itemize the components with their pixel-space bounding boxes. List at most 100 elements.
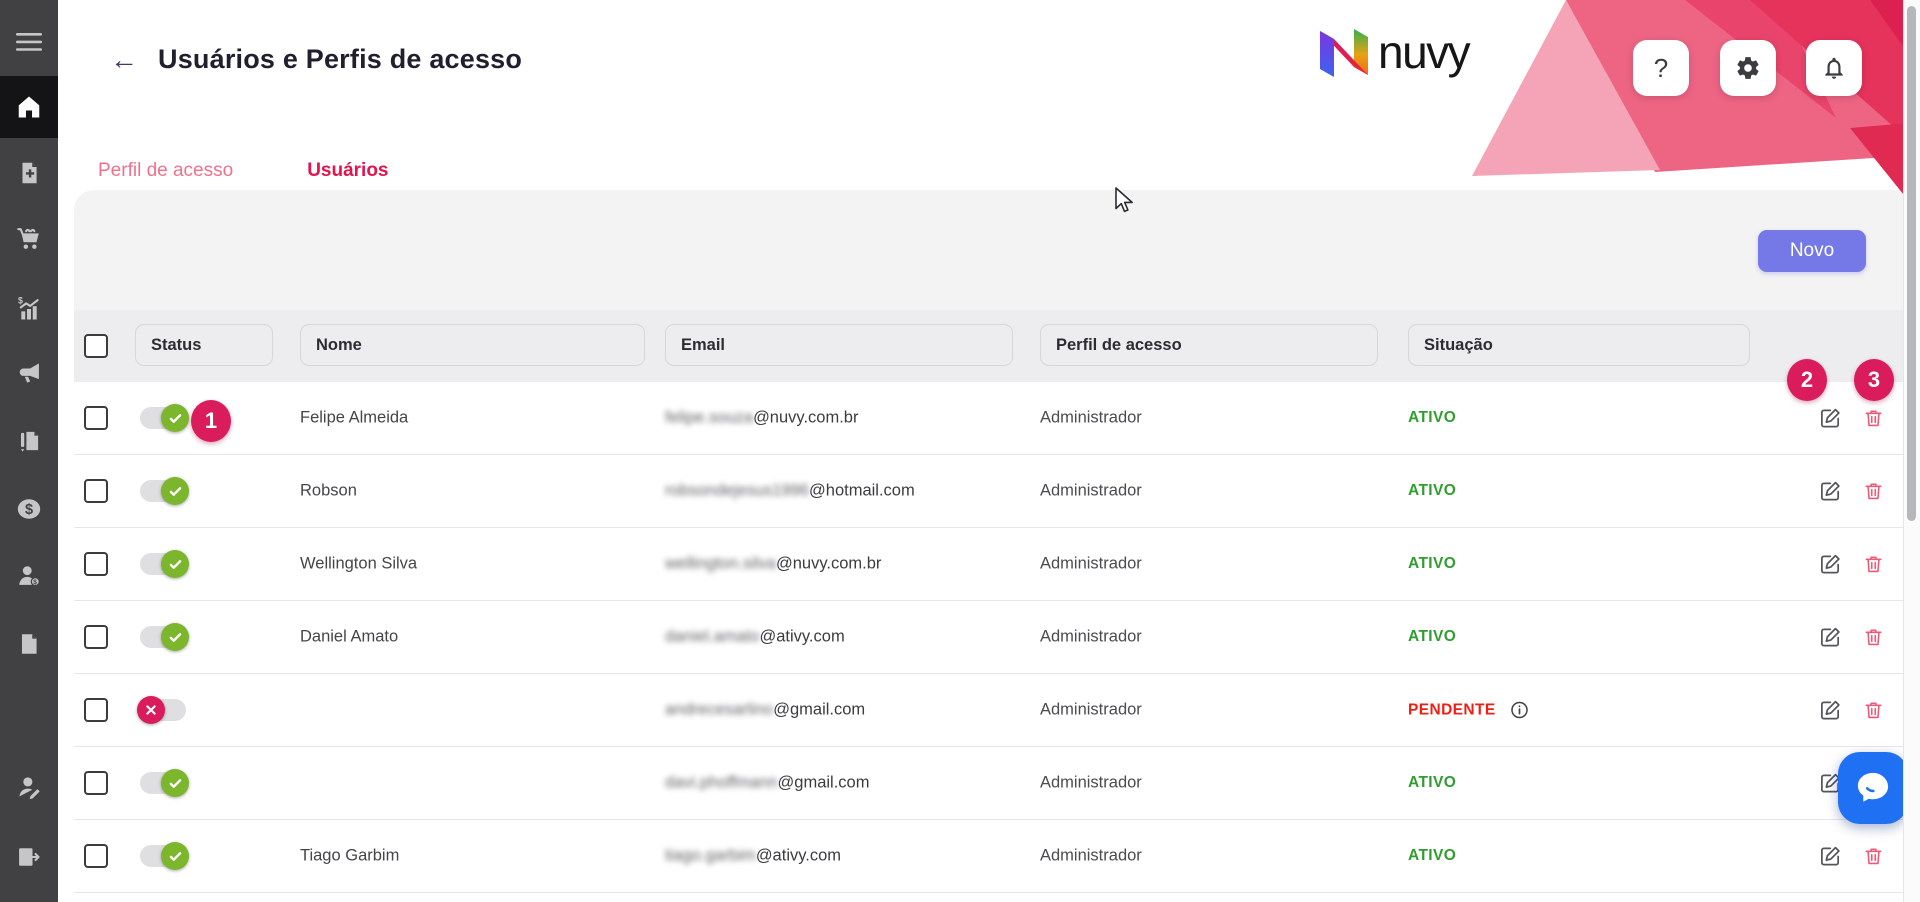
delete-button[interactable] bbox=[1863, 627, 1884, 648]
email-domain: @nuvy.com.br bbox=[753, 409, 858, 427]
row-checkbox[interactable] bbox=[84, 625, 108, 649]
email-local-blurred: tiago.garbim bbox=[665, 847, 756, 865]
contract-icon bbox=[16, 428, 42, 454]
edit-button[interactable] bbox=[1819, 480, 1842, 503]
svg-text:$: $ bbox=[25, 502, 33, 518]
sidebar-item-marketing[interactable] bbox=[0, 345, 58, 401]
sidebar-item-new-document[interactable] bbox=[0, 145, 58, 201]
edit-button[interactable] bbox=[1819, 845, 1842, 868]
sidebar-item-logout[interactable] bbox=[0, 829, 58, 885]
row-checkbox[interactable] bbox=[84, 406, 108, 430]
row-checkbox[interactable] bbox=[84, 698, 108, 722]
user-situation: ATIVO bbox=[1408, 409, 1456, 427]
user-situation: ATIVO bbox=[1408, 482, 1456, 500]
scrollbar-thumb[interactable] bbox=[1907, 6, 1916, 521]
row-checkbox[interactable] bbox=[84, 479, 108, 503]
sidebar-item-files[interactable] bbox=[0, 616, 58, 672]
email-domain: @nuvy.com.br bbox=[776, 555, 881, 573]
check-icon bbox=[161, 842, 189, 870]
row-checkbox[interactable] bbox=[84, 844, 108, 868]
user-edit-icon bbox=[15, 773, 43, 801]
user-profile: Administrador bbox=[1040, 482, 1142, 501]
filter-situacao[interactable]: Situação bbox=[1408, 324, 1750, 366]
delete-button[interactable] bbox=[1863, 408, 1884, 429]
filter-status[interactable]: Status bbox=[135, 324, 273, 366]
settings-button[interactable] bbox=[1720, 40, 1776, 96]
delete-button[interactable] bbox=[1863, 846, 1884, 867]
menu-icon[interactable] bbox=[0, 14, 58, 70]
status-toggle[interactable] bbox=[140, 772, 186, 794]
check-icon bbox=[161, 550, 189, 578]
row-checkbox[interactable] bbox=[84, 771, 108, 795]
user-situation: ATIVO bbox=[1408, 628, 1456, 646]
check-icon bbox=[161, 769, 189, 797]
email-local-blurred: andrecesarlino bbox=[665, 701, 773, 719]
check-icon bbox=[161, 623, 189, 651]
email-domain: @ativy.com bbox=[759, 628, 844, 646]
chat-launcher-button[interactable] bbox=[1838, 752, 1908, 824]
delete-button[interactable] bbox=[1863, 700, 1884, 721]
user-profile: Administrador bbox=[1040, 847, 1142, 866]
filter-perfil[interactable]: Perfil de acesso bbox=[1040, 324, 1378, 366]
edit-icon bbox=[1819, 480, 1842, 503]
user-profile: Administrador bbox=[1040, 701, 1142, 720]
header-decoration bbox=[1450, 0, 1920, 215]
user-profile: Administrador bbox=[1040, 774, 1142, 793]
status-toggle[interactable] bbox=[140, 553, 186, 575]
edit-button[interactable] bbox=[1819, 553, 1842, 576]
delete-button[interactable] bbox=[1863, 481, 1884, 502]
email-domain: @hotmail.com bbox=[809, 482, 915, 500]
titlebar: ← Usuários e Perfis de acesso bbox=[110, 44, 522, 75]
tab-perfil-de-acesso[interactable]: Perfil de acesso bbox=[98, 160, 233, 182]
notifications-button[interactable] bbox=[1806, 40, 1862, 96]
user-name: Daniel Amato bbox=[300, 628, 398, 647]
status-toggle[interactable] bbox=[140, 480, 186, 502]
tab-bar: Perfil de acesso Usuários bbox=[98, 160, 389, 182]
table-row: Wellington Silva wellington.silva@nuvy.c… bbox=[74, 528, 1904, 601]
edit-button[interactable] bbox=[1819, 699, 1842, 722]
info-icon[interactable] bbox=[1509, 700, 1530, 721]
filter-email[interactable]: Email bbox=[665, 324, 1013, 366]
sidebar-item-account[interactable] bbox=[0, 759, 58, 815]
table-row: Robson robsondejesus1996@hotmail.com Adm… bbox=[74, 455, 1904, 528]
user-email: wellington.silva@nuvy.com.br bbox=[665, 555, 881, 574]
status-toggle[interactable] bbox=[140, 699, 186, 721]
delete-button[interactable] bbox=[1863, 554, 1884, 575]
sidebar-item-contracts[interactable] bbox=[0, 413, 58, 469]
shopping-cart-icon bbox=[15, 225, 43, 253]
tab-usuarios[interactable]: Usuários bbox=[307, 160, 388, 182]
users-card: Novo Status Nome Email Perfil de acesso … bbox=[74, 190, 1904, 902]
coin-icon: $ bbox=[15, 495, 43, 523]
email-local-blurred: felipe.souza bbox=[665, 409, 753, 427]
edit-icon bbox=[1819, 626, 1842, 649]
trash-icon bbox=[1863, 554, 1884, 575]
user-name: Tiago Garbim bbox=[300, 847, 399, 866]
sidebar-item-clients[interactable]: $ bbox=[0, 548, 58, 604]
user-profile: Administrador bbox=[1040, 628, 1142, 647]
sidebar: $ $ $ bbox=[0, 0, 58, 902]
email-local-blurred: wellington.silva bbox=[665, 555, 776, 573]
back-button[interactable]: ← bbox=[110, 46, 138, 74]
edit-button[interactable] bbox=[1819, 626, 1842, 649]
app-window: $ $ $ bbox=[0, 0, 1920, 902]
new-user-button[interactable]: Novo bbox=[1758, 230, 1866, 272]
row-checkbox[interactable] bbox=[84, 552, 108, 576]
user-email: andrecesarlino@gmail.com bbox=[665, 701, 865, 720]
sidebar-item-sales[interactable]: $ bbox=[0, 281, 58, 337]
filter-nome[interactable]: Nome bbox=[300, 324, 645, 366]
page-title: Usuários e Perfis de acesso bbox=[158, 44, 522, 75]
vertical-scrollbar[interactable] bbox=[1903, 0, 1920, 902]
annotation-badge-1: 1 bbox=[191, 400, 231, 442]
select-all-checkbox[interactable] bbox=[84, 334, 108, 358]
email-local-blurred: davi.phoffmann bbox=[665, 774, 778, 792]
edit-button[interactable] bbox=[1819, 407, 1842, 430]
help-button[interactable]: ? bbox=[1633, 40, 1689, 96]
status-toggle[interactable] bbox=[140, 626, 186, 648]
status-toggle[interactable] bbox=[140, 845, 186, 867]
sidebar-item-finance[interactable]: $ bbox=[0, 481, 58, 537]
sidebar-item-home[interactable] bbox=[0, 76, 58, 138]
status-toggle[interactable] bbox=[140, 407, 186, 429]
check-icon bbox=[161, 404, 189, 432]
edit-icon bbox=[1819, 699, 1842, 722]
sidebar-item-orders[interactable] bbox=[0, 211, 58, 267]
